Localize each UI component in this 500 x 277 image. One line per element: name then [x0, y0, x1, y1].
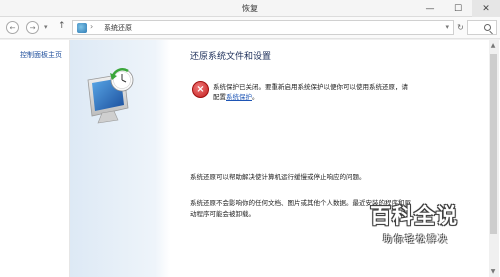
window-controls: — ☐ ✕ — [416, 0, 500, 17]
right-pane: ▲ ▼ — [462, 40, 500, 277]
error-message-suffix: 。 — [252, 93, 259, 101]
refresh-icon: ↻ — [457, 23, 464, 32]
history-dropdown-icon[interactable]: ▾ — [44, 23, 48, 31]
error-x-icon: × — [192, 81, 209, 98]
control-panel-home-link[interactable]: 控制面板主页 — [20, 50, 62, 60]
scrollbar-thumb[interactable] — [490, 54, 497, 234]
search-icon — [484, 24, 491, 31]
description-text-3: 动程序可能会被卸载。 — [190, 210, 255, 218]
error-message-line2: 配置系统保护。 — [213, 91, 259, 101]
close-icon: ✕ — [482, 3, 490, 14]
breadcrumb-separator-icon: › — [90, 22, 94, 31]
refresh-button[interactable]: ↻ — [455, 20, 466, 35]
watermark-logo: 百科全说 — [370, 204, 458, 228]
system-restore-monitor-icon — [87, 68, 134, 124]
navigation-bar: ← → ▾ ↑ › 系统还原 ▾ ↻ — [0, 17, 500, 39]
description-text: 系统还原可以帮助解决使计算机运行缓慢或停止响应的问题。 — [190, 173, 366, 181]
watermark-subtitle: 助你轻松解决 — [383, 235, 450, 245]
scrollbar[interactable]: ▲ ▼ — [489, 40, 499, 277]
page-title: 还原系统文件和设置 — [190, 52, 272, 62]
error-message-prefix: 配置 — [213, 93, 226, 101]
scroll-down-icon[interactable]: ▼ — [489, 268, 497, 275]
minimize-button[interactable]: — — [416, 0, 444, 17]
error-message-line1: 系统保护已关闭。要重新启用系统保护以便你可以使用系统还原，请 — [213, 83, 408, 91]
breadcrumb-current[interactable]: 系统还原 — [104, 23, 132, 33]
window-titlebar: 恢复 — ☐ ✕ — [0, 0, 500, 17]
back-button[interactable]: ← — [6, 21, 19, 34]
forward-arrow-icon: → — [29, 23, 36, 32]
address-bar[interactable]: › 系统还原 ▾ — [72, 20, 454, 35]
illustration-panel — [70, 40, 170, 277]
up-button[interactable]: ↑ — [58, 21, 66, 31]
system-protection-link[interactable]: 系统保护 — [226, 93, 252, 101]
system-restore-small-icon — [77, 23, 87, 33]
minimize-icon: — — [425, 3, 435, 14]
scroll-up-icon[interactable]: ▲ — [489, 42, 497, 49]
maximize-icon: ☐ — [453, 3, 463, 14]
forward-button[interactable]: → — [26, 21, 39, 34]
back-arrow-icon: ← — [9, 23, 16, 32]
search-input[interactable] — [467, 20, 497, 35]
sidebar: 控制面板主页 — [0, 40, 70, 277]
address-dropdown-icon[interactable]: ▾ — [445, 23, 449, 31]
close-button[interactable]: ✕ — [472, 0, 500, 17]
maximize-button[interactable]: ☐ — [444, 0, 472, 17]
